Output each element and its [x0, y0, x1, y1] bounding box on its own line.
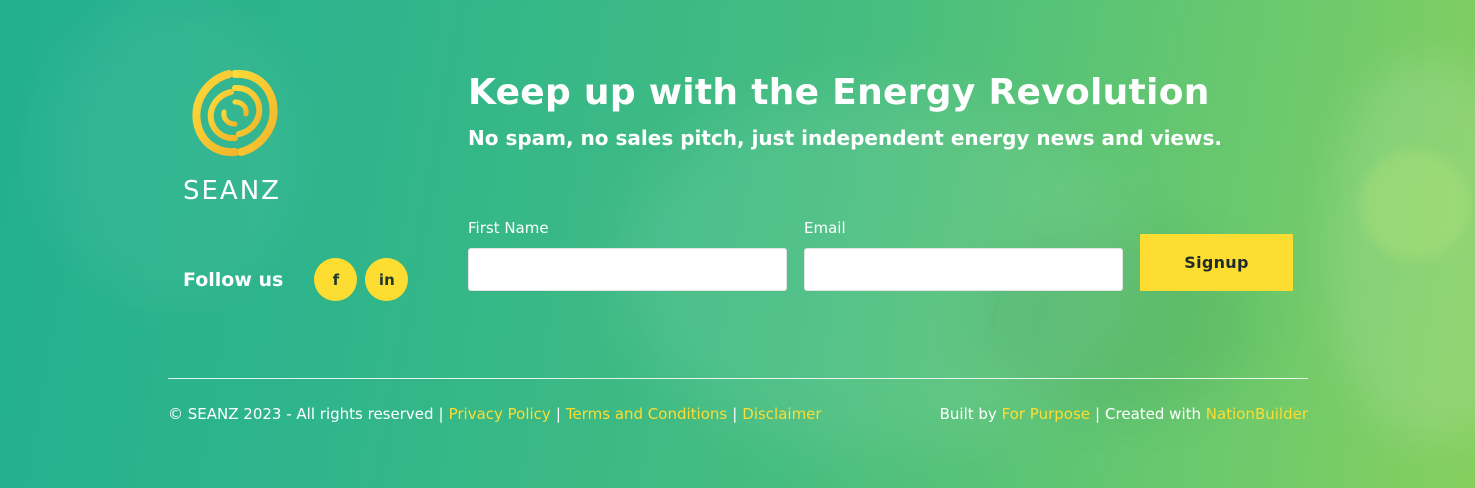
email-input[interactable] [804, 248, 1123, 291]
linkedin-icon: in [378, 270, 395, 289]
first-name-input[interactable] [468, 248, 787, 291]
facebook-icon: f [332, 270, 340, 289]
footer-credits: Built by For Purpose | Created with Nation… [940, 405, 1308, 423]
newsletter-headline: Keep up with the Energy Revolution [468, 72, 1210, 113]
linkedin-button[interactable]: in [365, 258, 409, 301]
background-glow [1330, 60, 1475, 440]
newsletter-subline: No spam, no sales pitch, just independen… [468, 126, 1222, 150]
logo-wordmark: SEANZ [183, 176, 281, 206]
facebook-button[interactable]: f [314, 258, 358, 301]
footer-divider [168, 378, 1308, 379]
copyright-text: © SEANZ 2023 - All rights reserved [168, 405, 434, 423]
separator: | [1094, 405, 1101, 423]
built-by-text: Built by [939, 405, 997, 423]
logo[interactable]: SEANZ [183, 68, 287, 206]
separator: | [438, 405, 444, 423]
email-label: Email [804, 219, 846, 237]
for-purpose-link[interactable]: For Purpose [1002, 405, 1090, 423]
terms-link[interactable]: Terms and Conditions [566, 405, 727, 423]
signup-button[interactable]: Signup [1140, 234, 1293, 291]
separator: | [732, 405, 738, 423]
disclaimer-link[interactable]: Disclaimer [742, 405, 821, 423]
nationbuilder-link[interactable]: NationBuilder [1206, 405, 1308, 423]
first-name-label: First Name [468, 219, 549, 237]
created-with-text: Created with [1105, 405, 1202, 423]
social-follow: Follow us f in [183, 258, 416, 301]
footer-legal: © SEANZ 2023 - All rights reserved | Priva… [168, 405, 822, 423]
follow-us-label: Follow us [183, 268, 284, 291]
background-glow [1360, 150, 1470, 260]
privacy-policy-link[interactable]: Privacy Policy [449, 405, 551, 423]
swirl-sun-icon [192, 69, 278, 157]
separator: | [555, 405, 561, 423]
